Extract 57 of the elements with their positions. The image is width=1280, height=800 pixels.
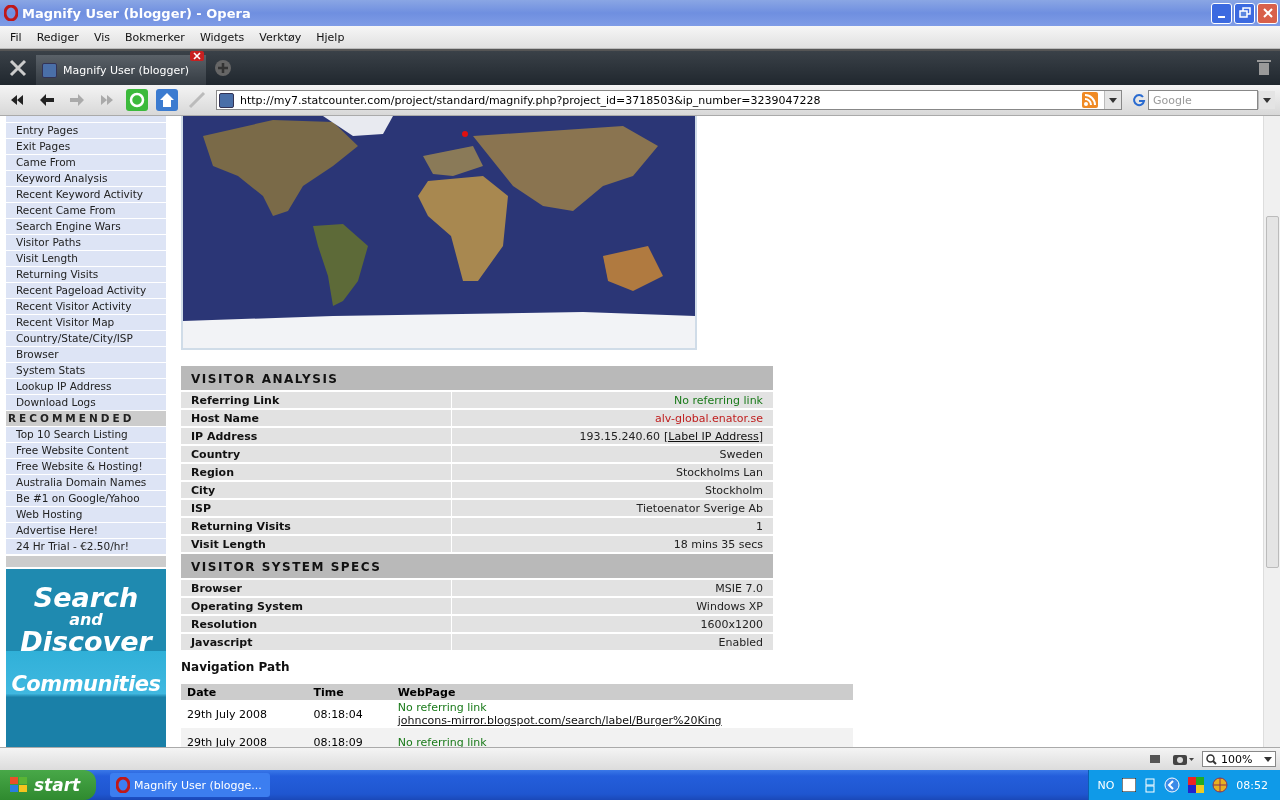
table-cell: 29th July 2008: [181, 728, 308, 747]
banner-text: Communities: [11, 670, 161, 698]
rss-feed-icon[interactable]: [1082, 92, 1098, 108]
restore-icon: [1238, 7, 1251, 19]
minimize-button[interactable]: [1211, 2, 1232, 24]
globe-icon[interactable]: [1212, 777, 1229, 793]
advert-banner[interactable]: Search and Discover Communities: [6, 568, 166, 747]
banner-text: and: [69, 612, 103, 627]
section-heading: Navigation Path: [181, 660, 291, 674]
table-cell: 29th July 2008: [181, 700, 308, 728]
home-icon[interactable]: [156, 89, 178, 111]
referrer-text: No referring link: [397, 735, 488, 747]
search-field[interactable]: Google: [1148, 90, 1258, 110]
flag-icon[interactable]: [1188, 777, 1205, 793]
menu-item[interactable]: Rediger: [30, 30, 88, 44]
trash-icon[interactable]: [1256, 58, 1272, 76]
close-icon: [1261, 7, 1274, 19]
page-icon: [42, 62, 57, 78]
menu-item[interactable]: Vis: [87, 30, 119, 44]
window-title: Magnify User (blogger) - Opera: [22, 5, 252, 21]
new-tab-icon[interactable]: [214, 59, 232, 77]
label-ip-link[interactable]: [Label IP Address]: [664, 429, 763, 443]
chevron-icon[interactable]: [1164, 777, 1181, 793]
banner-text: Discover: [20, 626, 152, 657]
banner-text: Search: [33, 582, 139, 613]
menu-item[interactable]: Hjelp: [310, 30, 354, 44]
page-link[interactable]: johncons-mirror.blogspot.com/search/label/Burger%20King: [397, 714, 722, 727]
close-tab-icon[interactable]: [190, 51, 204, 61]
menu-item[interactable]: Fil: [4, 30, 31, 44]
opera-logo-icon: [116, 777, 130, 793]
scrollbar[interactable]: [1263, 116, 1280, 747]
clock: 08:52: [1236, 778, 1268, 792]
table-cell: 08:18:04: [307, 700, 392, 728]
minimize-icon: [1218, 16, 1225, 18]
restore-button[interactable]: [1234, 2, 1255, 24]
referrer-text: No referring link: [397, 701, 488, 714]
section-heading: VISITOR SYSTEM SPECS: [181, 554, 773, 579]
close-button[interactable]: [1257, 2, 1278, 24]
menu-item[interactable]: Widgets: [193, 30, 254, 44]
dropdown-arrow-icon: [1264, 756, 1272, 762]
windows-logo-icon: [10, 777, 28, 793]
start-button[interactable]: start: [0, 770, 96, 800]
zoom-dropdown[interactable]: 100%: [1202, 751, 1276, 767]
page-icon: [219, 92, 234, 108]
column-header: WebPage: [391, 684, 853, 700]
column-header: Date: [181, 684, 308, 700]
column-header: Time: [307, 684, 392, 700]
opera-logo-icon: [4, 5, 18, 21]
camera-icon[interactable]: [1172, 752, 1194, 766]
magnifier-icon: [1206, 753, 1217, 765]
taskbar-button[interactable]: Magnify User (blogge...: [110, 773, 270, 797]
menu-item[interactable]: Verktøy: [253, 30, 311, 44]
table-cell: 08:18:09: [307, 728, 392, 747]
section-heading: VISITOR ANALYSIS: [181, 366, 773, 391]
search-engine-icon: [1130, 93, 1148, 107]
menu-item[interactable]: Bokmerker: [118, 30, 194, 44]
address-field[interactable]: http://my7.statcounter.com/project/standard/magnify.php?project_id=3718503&ip_number=3239047228: [216, 90, 1122, 110]
